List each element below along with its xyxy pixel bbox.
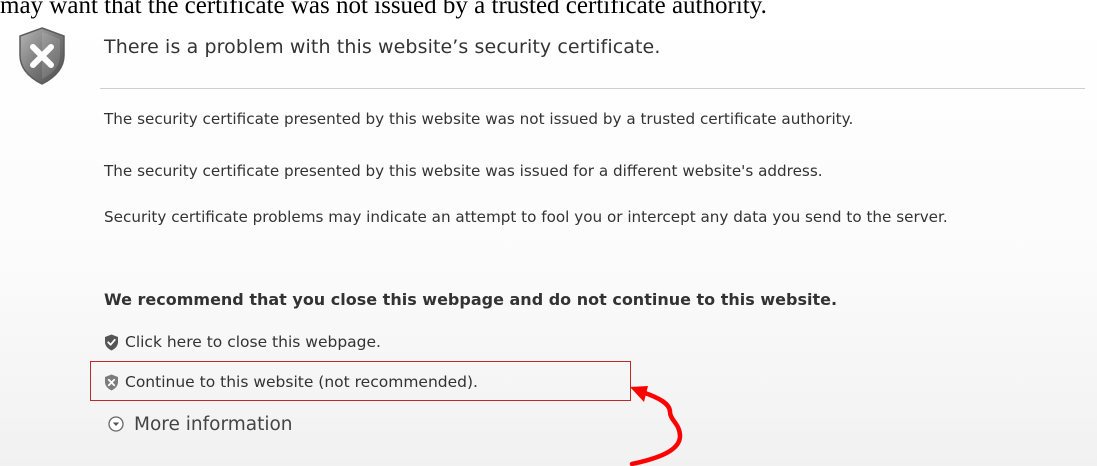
recommendation-text: We recommend that you close this webpage…	[104, 290, 838, 309]
risk-explanation-text: Security certificate problems may indica…	[104, 208, 948, 226]
shield-check-icon	[105, 334, 118, 350]
title-divider	[100, 88, 1085, 89]
annotation-arrow	[629, 386, 683, 466]
document-text: may want that the certificate was not is…	[0, 0, 767, 19]
close-webpage-link[interactable]: Click here to close this webpage.	[104, 330, 381, 354]
continue-to-website-link[interactable]: Continue to this website (not recommende…	[104, 370, 478, 394]
more-information-toggle[interactable]: More information	[108, 410, 293, 438]
address-mismatch-text: The security certificate presented by th…	[104, 162, 823, 180]
chevron-down-circle-icon	[108, 416, 124, 432]
shield-x-icon	[105, 374, 118, 390]
continue-to-website-label: Continue to this website (not recommende…	[125, 373, 478, 391]
more-information-label: More information	[134, 413, 293, 435]
shield-x-icon	[19, 27, 65, 85]
untrusted-issuer-text: The security certificate presented by th…	[104, 110, 854, 128]
close-webpage-label: Click here to close this webpage.	[125, 333, 381, 351]
page-title: There is a problem with this website’s s…	[104, 36, 661, 58]
